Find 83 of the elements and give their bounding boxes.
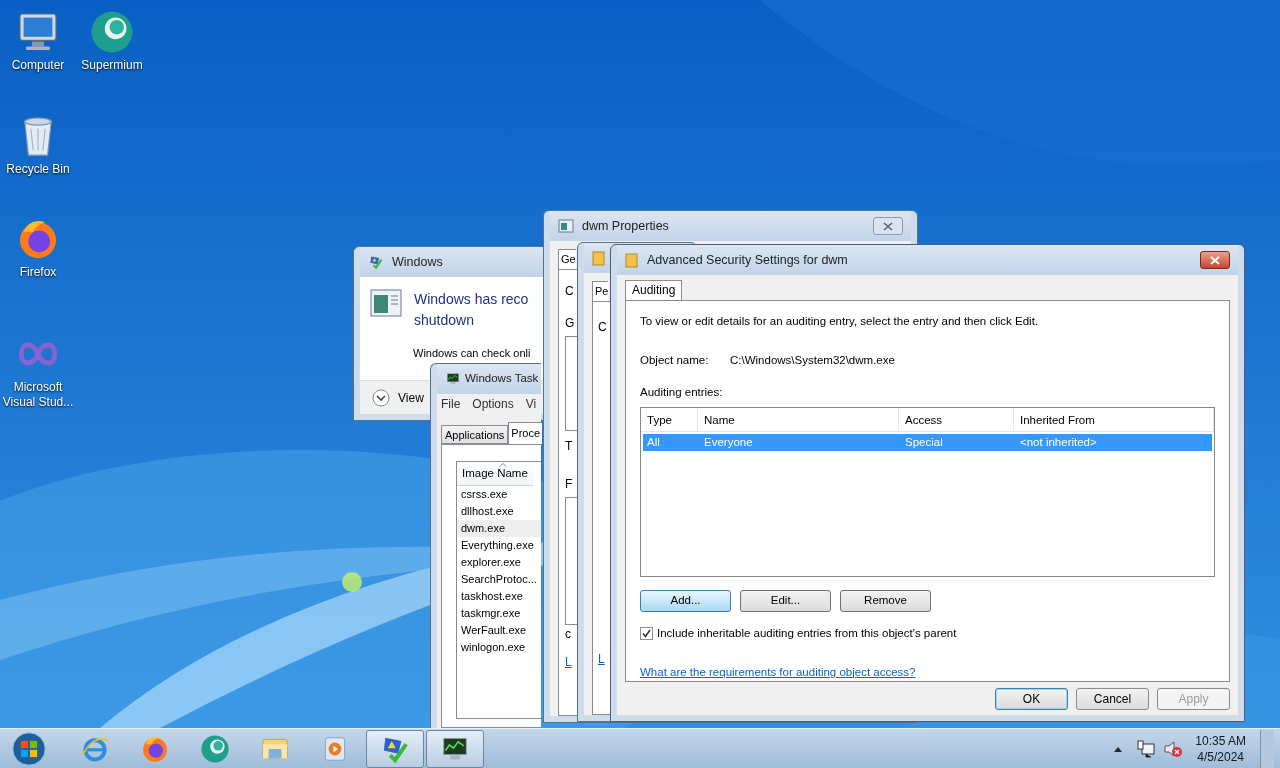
table-cell-text: Everyone (703, 434, 754, 450)
field-label: c (565, 627, 571, 641)
process-row[interactable]: WerFault.exe (457, 622, 541, 639)
chevron-down-icon[interactable] (372, 388, 390, 407)
column-header[interactable]: Name (698, 407, 899, 431)
process-row[interactable]: csrss.exe (457, 486, 541, 503)
process-row[interactable]: taskhost.exe (457, 588, 541, 605)
desktop-icon-label[interactable]: Recycle Bin (0, 162, 76, 177)
column-header[interactable]: Inherited From (1014, 407, 1214, 431)
desktop-icon-label[interactable]: Firefox (0, 265, 76, 280)
window-title: Advanced Security Settings for dwm (647, 251, 848, 269)
tab[interactable]: Applications (441, 425, 509, 444)
window-icon (370, 289, 402, 317)
add-button[interactable]: Add... (640, 589, 731, 612)
help-link[interactable]: L (565, 653, 572, 671)
help-link[interactable]: L (598, 650, 605, 668)
field-label: Object name: (640, 353, 710, 369)
instruction-text: To view or edit details for an auditing entry, select the entry and then click Edit. (640, 314, 1040, 329)
close-icon (883, 221, 893, 231)
menu-item[interactable]: Vi (525, 395, 537, 413)
table-cell-text: <not inherited> (1019, 434, 1098, 450)
tab[interactable]: Pe (592, 281, 609, 301)
folder-icon (625, 252, 639, 268)
dialog-button[interactable]: Cancel (1076, 688, 1149, 710)
start-button-icon (11, 730, 47, 767)
close-icon (1210, 255, 1220, 265)
menu-item[interactable]: File (441, 395, 461, 413)
field-label: Auditing entries: (640, 384, 724, 400)
dialog-heading: shutdown (414, 311, 475, 330)
process-row[interactable]: dwm.exe (457, 520, 541, 537)
list-box[interactable] (565, 336, 577, 431)
tab[interactable]: Proce (508, 422, 543, 444)
column-header[interactable]: Access (899, 407, 1014, 431)
check-icon (642, 628, 651, 638)
window-title: Windows (392, 253, 443, 271)
field-label: C (598, 319, 607, 336)
process-row[interactable]: SearchProtoc... (457, 571, 541, 588)
details-toggle[interactable]: View (398, 388, 424, 407)
edit-button[interactable]: Edit... (740, 589, 831, 612)
clock-date[interactable]: 4/5/2024 (1197, 748, 1244, 765)
column-header[interactable]: Type (641, 407, 698, 431)
process-row[interactable]: dllhost.exe (457, 503, 541, 520)
process-row[interactable]: explorer.exe (457, 554, 541, 571)
folder-icon (592, 250, 606, 266)
checkbox[interactable] (640, 626, 653, 640)
remove-button[interactable]: Remove (840, 589, 931, 612)
network-icon[interactable] (1137, 739, 1156, 758)
close-button[interactable] (873, 217, 903, 235)
desktop-icon-label[interactable]: Microsoft Visual Stud... (0, 380, 76, 410)
process-row[interactable]: winlogon.exe (457, 639, 541, 656)
taskbar-button[interactable] (366, 729, 424, 768)
table-cell-text: Special (904, 434, 944, 450)
field-label: F (565, 476, 573, 493)
dialog-heading: Windows has reco (414, 290, 529, 309)
taskbar-button[interactable] (426, 729, 484, 768)
field-label: G (565, 315, 575, 332)
clock-time[interactable]: 10:35 AM (1195, 732, 1246, 749)
show-desktop-button[interactable] (1260, 729, 1274, 768)
field-label: C (565, 283, 574, 300)
close-button[interactable] (1200, 251, 1230, 269)
speaker-muted-icon[interactable] (1163, 739, 1184, 758)
column-header[interactable]: Image Name (457, 462, 533, 486)
monitor-graph-icon (445, 371, 461, 387)
tab[interactable]: Auditing (625, 280, 683, 300)
dialog-text: Windows can check onli (413, 346, 531, 361)
process-row[interactable]: taskmgr.exe (457, 605, 541, 622)
dialog-button[interactable]: OK (995, 688, 1068, 710)
checkbox-label[interactable]: Include inheritable auditing entries from this object's parent (657, 624, 957, 642)
window-title: Windows Task (465, 371, 539, 387)
flag-check-icon (368, 254, 384, 270)
help-link[interactable]: What are the requirements for auditing object access? (640, 663, 916, 681)
list-box[interactable] (565, 497, 577, 625)
field-value: C:\Windows\System32\dwm.exe (730, 353, 895, 369)
desktop-icon-label[interactable]: Computer (0, 58, 76, 73)
field-label: T (565, 438, 573, 455)
tab[interactable]: Ge (558, 249, 576, 269)
supermium-icon (199, 732, 231, 765)
desktop-icon-label[interactable]: Supermium (74, 58, 150, 73)
window-icon (558, 219, 574, 233)
process-row[interactable]: Everything.exe (457, 537, 541, 554)
window-title: dwm Properties (582, 217, 669, 235)
table-cell-text: All (646, 434, 661, 450)
menu-item[interactable]: Options (472, 395, 514, 413)
